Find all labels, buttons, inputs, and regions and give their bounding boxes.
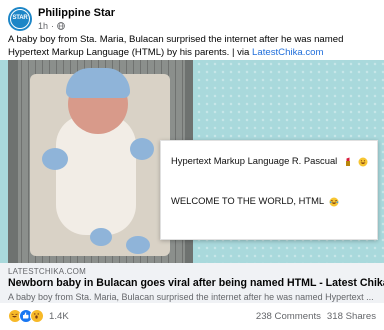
reaction-count: 1.4K xyxy=(49,310,69,322)
globe-icon xyxy=(57,21,65,30)
link-preview[interactable]: LATESTCHIKA.COM Newborn baby in Bulacan … xyxy=(0,263,384,303)
post-time[interactable]: 1h xyxy=(38,20,48,32)
card-welcome-text: WELCOME TO THE WORLD, HTML xyxy=(171,195,324,206)
reactions-summary[interactable]: 1.4K xyxy=(8,309,69,323)
post-header: STAR Philippine Star 1h · xyxy=(8,4,115,34)
comments-count[interactable]: 238 Comments xyxy=(256,311,321,322)
avatar-logo-text: STAR xyxy=(12,15,28,21)
screenshot-text-card: Hypertext Markup Language R. Pascual WEL… xyxy=(160,140,378,240)
separator-dot: · xyxy=(51,20,55,31)
card-name-text: Hypertext Markup Language R. Pascual xyxy=(171,155,338,166)
grin-sweat-icon xyxy=(358,157,368,167)
wow-icon xyxy=(30,309,44,323)
link-description: A baby boy from Sta. Maria, Bulacan surp… xyxy=(8,292,374,302)
post-image[interactable]: Hypertext Markup Language R. Pascual WEL… xyxy=(0,60,384,263)
link-title[interactable]: Newborn baby in Bulacan goes viral after… xyxy=(8,277,384,289)
caption-link[interactable]: LatestChika.com xyxy=(252,47,323,58)
laugh-tears-icon xyxy=(329,197,339,207)
engagement-stats: 238 Comments 318 Shares xyxy=(256,311,376,322)
page-name[interactable]: Philippine Star xyxy=(38,7,115,20)
page-avatar[interactable]: STAR xyxy=(8,7,32,31)
link-domain: LATESTCHIKA.COM xyxy=(8,267,86,276)
baby-hat xyxy=(66,68,130,98)
engagement-bar: 1.4K 238 Comments 318 Shares xyxy=(0,306,384,328)
shares-count[interactable]: 318 Shares xyxy=(327,311,376,322)
post-meta: 1h · xyxy=(38,20,115,32)
lipstick-icon xyxy=(345,157,350,166)
post-caption: A baby boy from Sta. Maria, Bulacan surp… xyxy=(8,33,380,59)
